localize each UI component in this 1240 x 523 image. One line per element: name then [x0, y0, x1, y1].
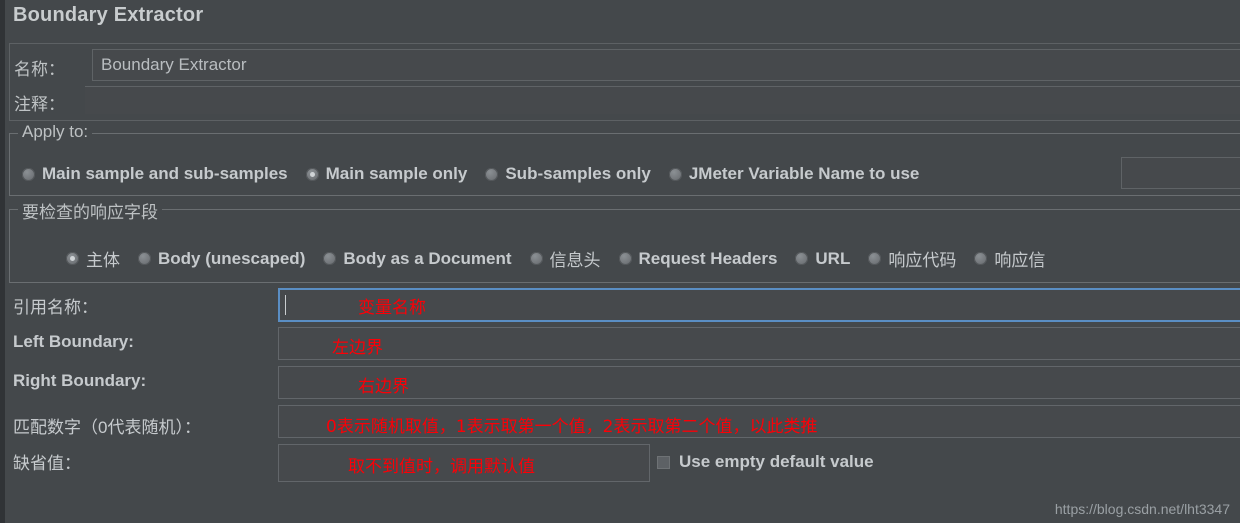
match-number-label: 匹配数字（0代表随机）： [13, 418, 201, 437]
default-value-label: 缺省值： [13, 454, 81, 473]
right-boundary-input[interactable] [278, 366, 1240, 399]
response-field-radio-row: 主体 Body (unescaped) Body as a Document 信… [66, 246, 1045, 271]
radio-label-jmeter-variable: JMeter Variable Name to use [688, 164, 920, 183]
reference-name-label: 引用名称： [13, 298, 98, 317]
right-boundary-annotation: 右边界 [358, 377, 409, 397]
left-boundary-label: Left Boundary: [13, 332, 134, 351]
text-caret [285, 295, 286, 315]
radio-icon-body-as-document [323, 252, 337, 265]
radio-jmeter-variable[interactable]: JMeter Variable Name to use [668, 164, 920, 184]
radio-icon-main-and-sub [22, 167, 35, 181]
comment-label: 注释： [14, 95, 65, 114]
left-edge-strip [0, 0, 5, 523]
boundary-extractor-panel: Boundary Extractor 名称： Boundary Extracto… [0, 0, 1240, 523]
radio-response-headers[interactable]: 信息头 [529, 246, 601, 271]
radio-label-response-code: 响应代码 [888, 251, 957, 270]
apply-to-radio-row: Main sample and sub-samples Main sample … [22, 164, 919, 184]
radio-icon-sub-only [485, 167, 499, 181]
page-title: Boundary Extractor [13, 4, 204, 26]
name-input[interactable]: Boundary Extractor [92, 49, 1240, 81]
radio-body[interactable]: 主体 [66, 246, 120, 271]
checkbox-icon-use-empty-default [657, 455, 670, 469]
radio-icon-body [66, 252, 79, 265]
radio-main-only[interactable]: Main sample only [305, 164, 468, 184]
reference-name-annotation: 变量名称 [358, 298, 426, 318]
radio-request-headers[interactable]: Request Headers [618, 248, 778, 269]
radio-body-as-document[interactable]: Body as a Document [323, 248, 512, 269]
apply-to-legend: Apply to: [18, 122, 93, 142]
comment-input[interactable] [85, 86, 1240, 114]
radio-label-body: 主体 [86, 251, 120, 270]
radio-label-body-as-document: Body as a Document [343, 248, 512, 268]
use-empty-default-value-label: Use empty default value [679, 452, 874, 471]
radio-icon-response-code [868, 252, 882, 265]
radio-label-request-headers: Request Headers [638, 248, 778, 268]
use-empty-default-value-row[interactable]: Use empty default value [657, 452, 874, 472]
left-boundary-input[interactable] [278, 327, 1240, 360]
radio-icon-jmeter-variable [668, 167, 682, 181]
radio-icon-response-message [974, 252, 988, 265]
radio-icon-url [795, 252, 809, 265]
radio-icon-response-headers [529, 252, 543, 265]
name-label: 名称： [14, 60, 65, 79]
radio-url[interactable]: URL [795, 249, 850, 269]
radio-label-sub-only: Sub-samples only [505, 164, 651, 183]
radio-label-main-only: Main sample only [325, 164, 468, 183]
radio-label-body-unescaped: Body (unescaped) [158, 248, 306, 268]
radio-icon-main-only [305, 167, 319, 181]
radio-label-response-message: 响应信 [994, 251, 1046, 270]
radio-icon-body-unescaped [138, 252, 151, 265]
default-value-annotation: 取不到值时，调用默认值 [348, 457, 535, 477]
response-field-legend: 要检查的响应字段 [18, 198, 162, 223]
radio-response-code[interactable]: 响应代码 [868, 246, 956, 271]
radio-label-url: URL [815, 248, 851, 268]
jmeter-variable-name-input[interactable] [1121, 157, 1240, 189]
radio-body-unescaped[interactable]: Body (unescaped) [138, 249, 305, 269]
match-number-annotation: 0表示随机取值，1表示取第一个值，2表示取第二个值，以此类推 [326, 417, 818, 437]
radio-sub-only[interactable]: Sub-samples only [485, 164, 651, 184]
watermark: https://blog.csdn.net/lht3347 [1054, 501, 1230, 517]
radio-main-and-sub[interactable]: Main sample and sub-samples [22, 164, 288, 184]
radio-icon-request-headers [618, 252, 632, 265]
right-boundary-label: Right Boundary: [13, 371, 147, 390]
radio-label-main-and-sub: Main sample and sub-samples [42, 164, 288, 183]
radio-label-response-headers: 信息头 [549, 251, 601, 270]
radio-response-message[interactable]: 响应信 [974, 246, 1045, 271]
left-boundary-annotation: 左边界 [332, 338, 383, 358]
